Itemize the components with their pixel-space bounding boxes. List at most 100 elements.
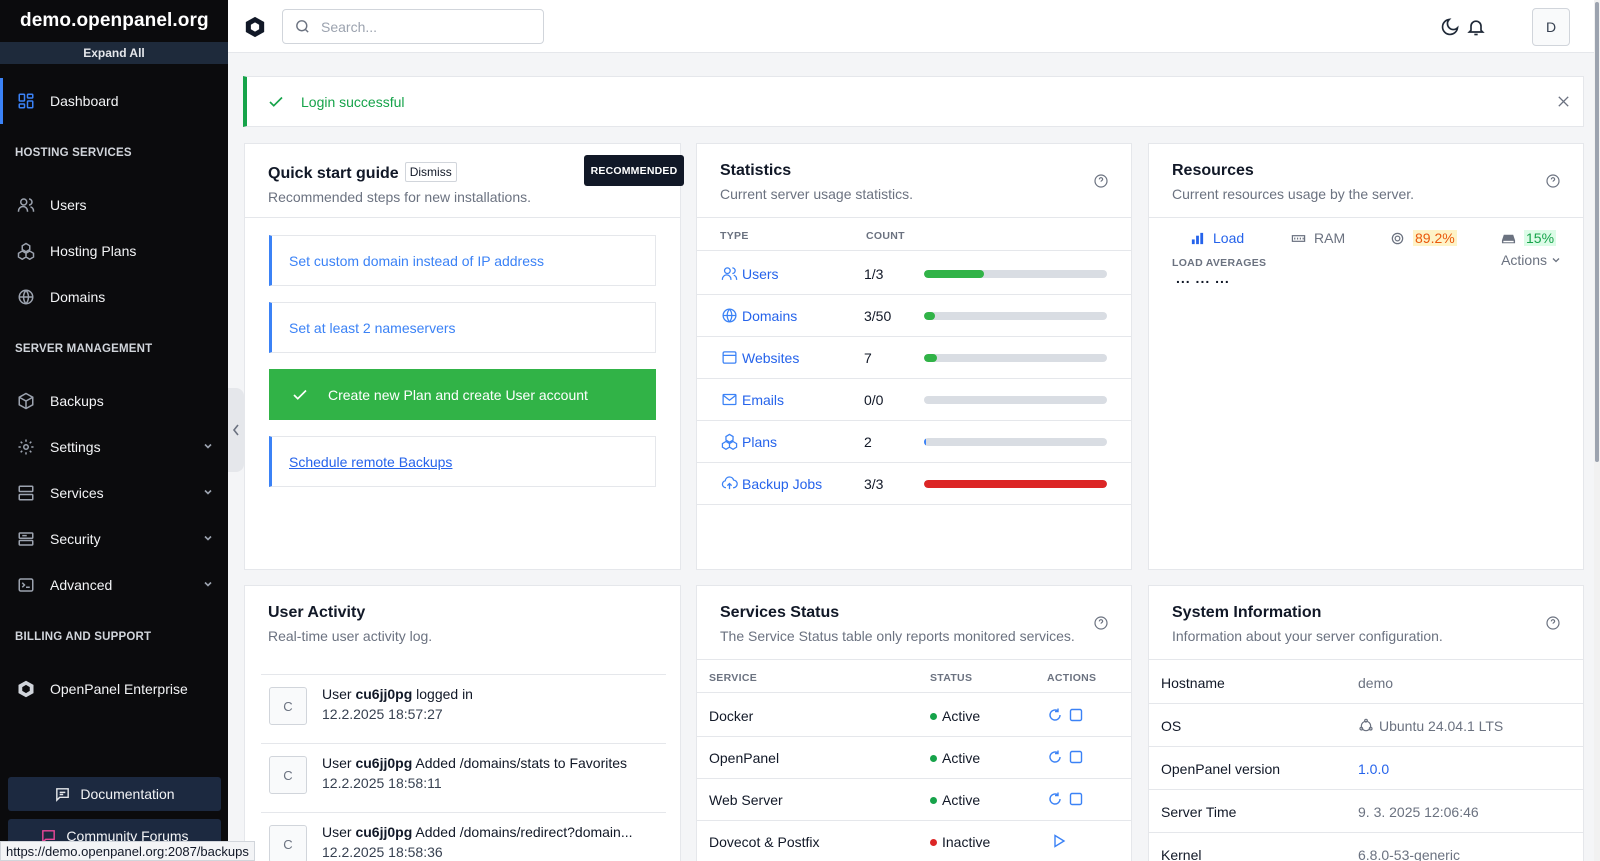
brand-title[interactable]: demo.openpanel.org bbox=[0, 0, 228, 42]
chevron-down-icon[interactable] bbox=[202, 578, 214, 590]
sidebar-item-domains[interactable]: Domains bbox=[0, 274, 228, 320]
documentation-label: Documentation bbox=[80, 786, 175, 802]
search-input[interactable] bbox=[321, 18, 521, 35]
stat-type-link[interactable]: Plans bbox=[742, 434, 777, 450]
activity-username: cu6jj0pg bbox=[355, 686, 413, 702]
activity-item: C User cu6jj0pg logged in 12.2.2025 18:57:… bbox=[261, 675, 666, 744]
statistics-row: Backup Jobs 3/3 bbox=[697, 462, 1131, 505]
step-nameservers[interactable]: Set at least 2 nameservers bbox=[269, 302, 656, 353]
system-information-subtitle: Information about your server configurat… bbox=[1172, 628, 1443, 644]
stat-type-link[interactable]: Users bbox=[742, 266, 779, 282]
stat-count: 3/50 bbox=[864, 308, 892, 324]
collapse-sidebar-handle[interactable] bbox=[228, 388, 244, 472]
recommended-badge: RECOMMENDED bbox=[584, 155, 684, 186]
moon-icon[interactable] bbox=[1440, 17, 1460, 37]
sidebar-item-label: OpenPanel Enterprise bbox=[50, 681, 188, 697]
sysinfo-value: Ubuntu 24.04.1 LTS bbox=[1358, 718, 1503, 734]
help-circle-icon[interactable] bbox=[1545, 615, 1561, 631]
section-billing-support: BILLING AND SUPPORT bbox=[15, 631, 152, 643]
step-create-plan[interactable]: Create new Plan and create User account bbox=[269, 369, 656, 420]
step-label: Create new Plan and create User account bbox=[328, 386, 588, 403]
sidebar-item-security[interactable]: Security bbox=[0, 516, 228, 562]
expand-all-button[interactable]: Expand All bbox=[0, 42, 228, 64]
alert-message: Login successful bbox=[301, 93, 405, 110]
play-icon[interactable] bbox=[1051, 833, 1067, 849]
load-averages-label: LOAD AVERAGES bbox=[1172, 257, 1267, 269]
service-status: Active bbox=[930, 708, 980, 724]
tab-ram[interactable]: RAM bbox=[1291, 230, 1345, 246]
statistics-row: Websites 7 bbox=[697, 336, 1131, 379]
service-status: Inactive bbox=[930, 834, 990, 850]
stat-type-link[interactable]: Backup Jobs bbox=[742, 476, 822, 492]
chevron-down-icon[interactable] bbox=[202, 486, 214, 498]
step-link[interactable]: Schedule remote Backups bbox=[289, 454, 452, 470]
documentation-button[interactable]: Documentation bbox=[8, 777, 221, 811]
stat-count: 0/0 bbox=[864, 392, 884, 408]
sidebar-item-backups[interactable]: Backups bbox=[0, 378, 228, 424]
version-link[interactable]: 1.0.0 bbox=[1358, 761, 1389, 777]
tab-cpu[interactable]: 89.2% bbox=[1390, 230, 1457, 246]
help-circle-icon[interactable] bbox=[1093, 615, 1109, 631]
stop-icon[interactable] bbox=[1068, 749, 1084, 765]
sysinfo-row: Kernel 6.8.0-53-generic bbox=[1149, 833, 1583, 861]
stat-type-link[interactable]: Websites bbox=[742, 350, 799, 366]
stat-type-link[interactable]: Domains bbox=[742, 308, 797, 324]
status-dot bbox=[930, 754, 937, 762]
restart-icon[interactable] bbox=[1047, 707, 1063, 723]
sysinfo-row: Hostname demo bbox=[1149, 661, 1583, 704]
sidebar-item-users[interactable]: Users bbox=[0, 182, 228, 228]
help-circle-icon[interactable] bbox=[1545, 173, 1561, 189]
actions-dropdown[interactable]: Actions bbox=[1501, 252, 1561, 268]
stop-icon[interactable] bbox=[1068, 791, 1084, 807]
sidebar-item-label: Services bbox=[50, 485, 104, 501]
dismiss-button[interactable]: Dismiss bbox=[404, 162, 457, 182]
sysinfo-row: Server Time 9. 3. 2025 12:06:46 bbox=[1149, 790, 1583, 833]
step-remote-backups[interactable]: Schedule remote Backups bbox=[269, 436, 656, 487]
service-row: Web Server Active bbox=[697, 778, 1131, 821]
activity-time: 12.2.2025 18:58:11 bbox=[322, 775, 442, 791]
sysinfo-row: OS Ubuntu 24.04.1 LTS bbox=[1149, 704, 1583, 747]
usage-progress-bar bbox=[924, 270, 1107, 278]
user-activity-card: User Activity Real-time user activity lo… bbox=[244, 585, 681, 861]
chevron-down-icon[interactable] bbox=[202, 440, 214, 452]
close-icon[interactable] bbox=[1556, 94, 1571, 109]
services-status-card: Services Status The Service Status table… bbox=[696, 585, 1132, 861]
ubuntu-icon bbox=[1359, 718, 1373, 732]
usage-progress-fill bbox=[924, 480, 1107, 488]
status-dot bbox=[930, 838, 937, 846]
openpanel-logo-icon[interactable] bbox=[244, 16, 266, 38]
usage-progress-bar bbox=[924, 438, 1107, 446]
stat-type-link[interactable]: Emails bbox=[742, 392, 784, 408]
bell-icon[interactable] bbox=[1466, 17, 1486, 37]
services-status-title: Services Status bbox=[720, 604, 840, 621]
tab-load[interactable]: Load bbox=[1190, 230, 1244, 246]
scrollbar-thumb[interactable] bbox=[1595, 2, 1599, 462]
server-icon bbox=[18, 485, 34, 501]
tab-disk[interactable]: 15% bbox=[1501, 230, 1557, 246]
search-box[interactable] bbox=[282, 9, 544, 44]
chevron-down-icon[interactable] bbox=[202, 532, 214, 544]
restart-icon[interactable] bbox=[1047, 791, 1063, 807]
sidebar-item-hosting-plans[interactable]: Hosting Plans bbox=[0, 228, 228, 274]
service-name: Dovecot & Postfix bbox=[709, 834, 820, 850]
activity-username: cu6jj0pg bbox=[355, 824, 413, 840]
services-status-subtitle: The Service Status table only reports mo… bbox=[720, 628, 1075, 644]
service-name: Web Server bbox=[709, 792, 783, 808]
sidebar-item-advanced[interactable]: Advanced bbox=[0, 562, 228, 608]
step-custom-domain[interactable]: Set custom domain instead of IP address bbox=[269, 235, 656, 286]
sidebar-item-settings[interactable]: Settings bbox=[0, 424, 228, 470]
sysinfo-row: OpenPanel version 1.0.0 bbox=[1149, 747, 1583, 790]
user-avatar-button[interactable]: D bbox=[1532, 8, 1570, 46]
login-success-alert: Login successful bbox=[243, 76, 1584, 127]
sidebar-item-dashboard[interactable]: Dashboard bbox=[0, 78, 228, 124]
statistics-row: Domains 3/50 bbox=[697, 294, 1131, 337]
sysinfo-key: OpenPanel version bbox=[1161, 761, 1281, 777]
restart-icon[interactable] bbox=[1047, 749, 1063, 765]
sysinfo-value: demo bbox=[1358, 675, 1394, 691]
sidebar-item-services[interactable]: Services bbox=[0, 470, 228, 516]
help-circle-icon[interactable] bbox=[1093, 173, 1109, 189]
user-activity-title: User Activity bbox=[268, 604, 366, 621]
sidebar-item-enterprise[interactable]: OpenPanel Enterprise bbox=[0, 666, 228, 712]
stop-icon[interactable] bbox=[1068, 707, 1084, 723]
sidebar-item-label: Backups bbox=[50, 393, 104, 409]
